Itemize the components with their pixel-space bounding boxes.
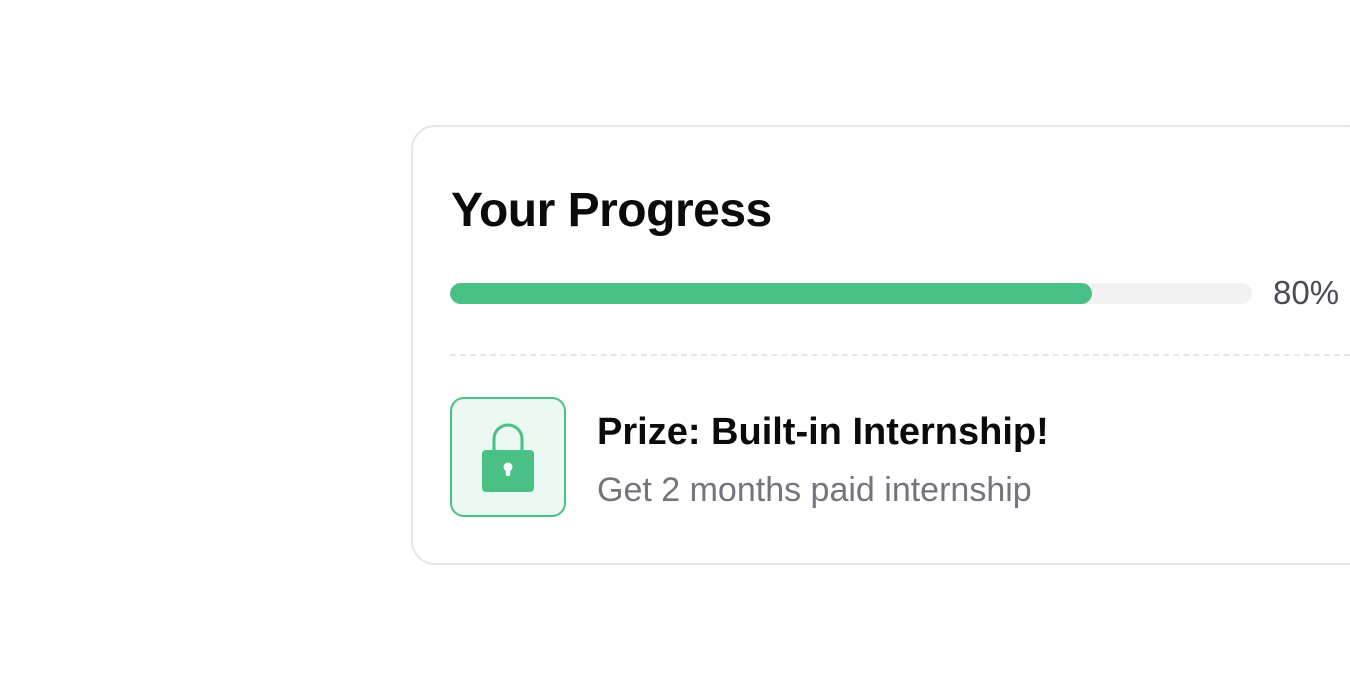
prize-icon-box — [450, 397, 566, 517]
divider — [450, 354, 1350, 356]
progress-fill — [450, 283, 1092, 304]
progress-percent: 80% — [1273, 274, 1340, 311]
progress-bar — [450, 283, 1252, 304]
lock-icon — [481, 422, 535, 492]
progress-card: Your Progress 80% Prize: Built-in Intern… — [411, 125, 1350, 565]
card-title: Your Progress — [451, 184, 772, 237]
prize-title: Prize: Built-in Internship! — [597, 411, 1049, 453]
prize-description: Get 2 months paid internship — [597, 471, 1032, 509]
